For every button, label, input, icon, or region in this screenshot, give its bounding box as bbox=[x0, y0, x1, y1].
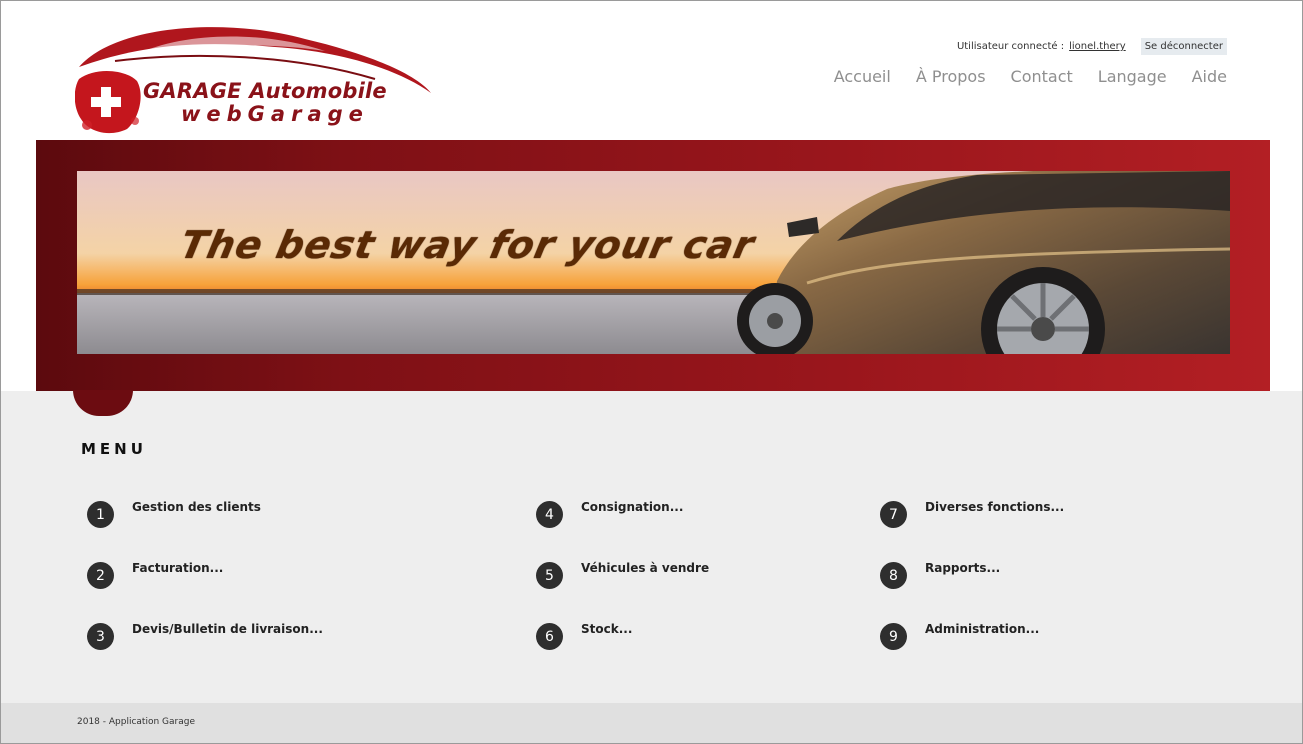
menu-item-label: Consignation... bbox=[581, 500, 684, 514]
menu-number-badge: 9 bbox=[880, 623, 907, 650]
menu-item-rapports[interactable]: 8 Rapports... bbox=[880, 561, 1001, 589]
menu-item-label: Diverses fonctions... bbox=[925, 500, 1065, 514]
menu-item-consignation[interactable]: 4 Consignation... bbox=[536, 500, 684, 528]
logo-subtitle: webGarage bbox=[181, 102, 369, 126]
menu-item-label: Gestion des clients bbox=[132, 500, 261, 514]
menu-item-stock[interactable]: 6 Stock... bbox=[536, 622, 633, 650]
menu-number-badge: 5 bbox=[536, 562, 563, 589]
nav-item-langage[interactable]: Langage bbox=[1098, 67, 1167, 86]
app-window: GARAGE Automobile webGarage Utilisateur … bbox=[0, 0, 1303, 744]
menu-number-badge: 6 bbox=[536, 623, 563, 650]
nav-item-a-propos[interactable]: À Propos bbox=[916, 67, 986, 86]
menu-item-label: Facturation... bbox=[132, 561, 224, 575]
nav-item-aide[interactable]: Aide bbox=[1192, 67, 1227, 86]
menu-section: MENU 1 Gestion des clients 2 Facturation… bbox=[1, 391, 1302, 703]
menu-item-label: Administration... bbox=[925, 622, 1040, 636]
footer: 2018 - Application Garage bbox=[1, 703, 1302, 743]
user-label: Utilisateur connecté : bbox=[956, 41, 1065, 52]
menu-item-vehicules-a-vendre[interactable]: 5 Véhicules à vendre bbox=[536, 561, 710, 589]
hero-banner: The best way for your car bbox=[36, 140, 1270, 391]
nav-item-contact[interactable]: Contact bbox=[1011, 67, 1073, 86]
nav-item-accueil[interactable]: Accueil bbox=[834, 67, 891, 86]
menu-item-label: Véhicules à vendre bbox=[581, 561, 710, 575]
menu-title: MENU bbox=[81, 440, 147, 458]
menu-item-diverses-fonctions[interactable]: 7 Diverses fonctions... bbox=[880, 500, 1065, 528]
menu-item-label: Rapports... bbox=[925, 561, 1001, 575]
menu-item-label: Devis/Bulletin de livraison... bbox=[132, 622, 323, 636]
menu-item-gestion-clients[interactable]: 1 Gestion des clients bbox=[87, 500, 261, 528]
user-bar: Utilisateur connecté : lionel.thery Se d… bbox=[957, 38, 1227, 55]
menu-number-badge: 1 bbox=[87, 501, 114, 528]
menu-item-label: Stock... bbox=[581, 622, 633, 636]
main-nav: Accueil À Propos Contact Langage Aide bbox=[809, 67, 1227, 86]
menu-item-facturation[interactable]: 2 Facturation... bbox=[87, 561, 224, 589]
menu-number-badge: 2 bbox=[87, 562, 114, 589]
banner-tagline: The best way for your car bbox=[176, 223, 759, 267]
logout-button[interactable]: Se déconnecter bbox=[1140, 38, 1227, 55]
banner-image: The best way for your car bbox=[77, 171, 1230, 354]
menu-number-badge: 7 bbox=[880, 501, 907, 528]
user-name-link[interactable]: lionel.thery bbox=[1069, 41, 1126, 52]
menu-number-badge: 4 bbox=[536, 501, 563, 528]
menu-number-badge: 3 bbox=[87, 623, 114, 650]
menu-number-badge: 8 bbox=[880, 562, 907, 589]
menu-item-devis-bulletin[interactable]: 3 Devis/Bulletin de livraison... bbox=[87, 622, 323, 650]
menu-item-administration[interactable]: 9 Administration... bbox=[880, 622, 1040, 650]
footer-copyright: 2018 - Application Garage bbox=[77, 717, 195, 727]
site-logo[interactable]: GARAGE Automobile webGarage bbox=[75, 21, 435, 137]
logo-title: GARAGE Automobile bbox=[143, 79, 387, 103]
